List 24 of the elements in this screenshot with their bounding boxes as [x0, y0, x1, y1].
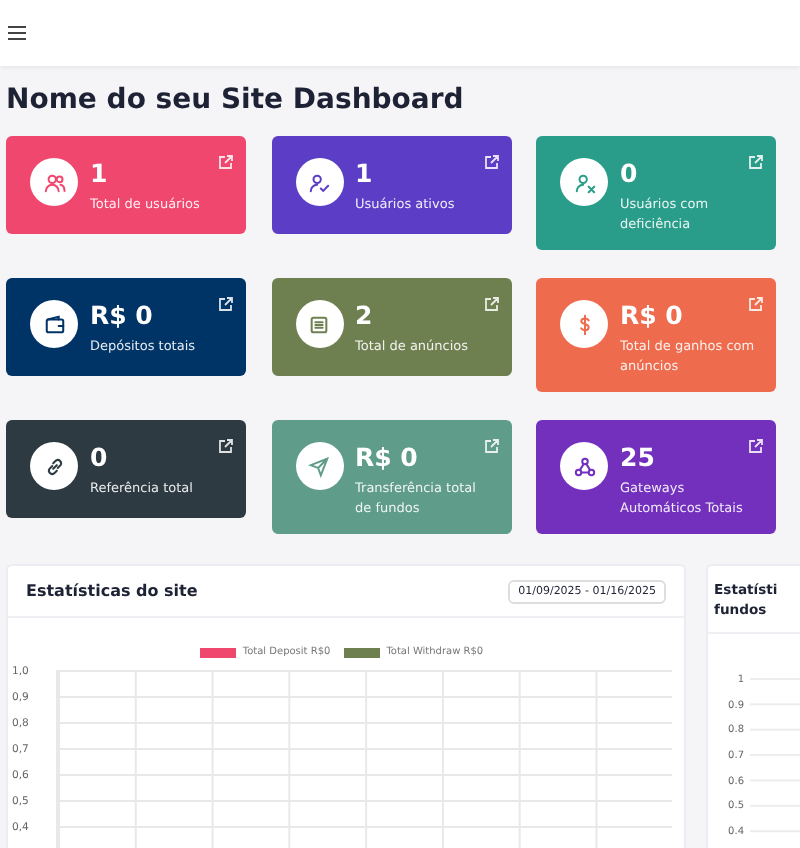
- stat-value: 1: [355, 160, 375, 188]
- external-link-icon[interactable]: [483, 154, 499, 170]
- stat-value: 2: [355, 302, 375, 330]
- list-icon: [308, 313, 330, 335]
- stat-value: R$ 0: [620, 302, 685, 330]
- menu-icon[interactable]: [8, 26, 26, 40]
- user-x-icon: [573, 171, 595, 193]
- external-link-icon[interactable]: [748, 438, 764, 454]
- link-icon: [43, 455, 65, 477]
- panel-title: Estatísticas do site: [26, 582, 198, 600]
- stat-value: 25: [620, 444, 657, 472]
- user-check-icon: [308, 171, 330, 193]
- stat-value: R$ 0: [90, 302, 155, 330]
- users-icon: [43, 171, 65, 193]
- stat-value: 1: [90, 160, 110, 188]
- stat-value: 0: [620, 160, 640, 188]
- external-link-icon[interactable]: [218, 438, 234, 454]
- stat-value: R$ 0: [355, 444, 420, 472]
- external-link-icon[interactable]: [218, 296, 234, 312]
- stat-value: 0: [90, 444, 110, 472]
- page-title: Nome do seu Site Dashboard: [4, 82, 466, 118]
- network-icon: [573, 455, 595, 477]
- wallet-icon: [43, 313, 65, 335]
- send-icon: [308, 455, 330, 477]
